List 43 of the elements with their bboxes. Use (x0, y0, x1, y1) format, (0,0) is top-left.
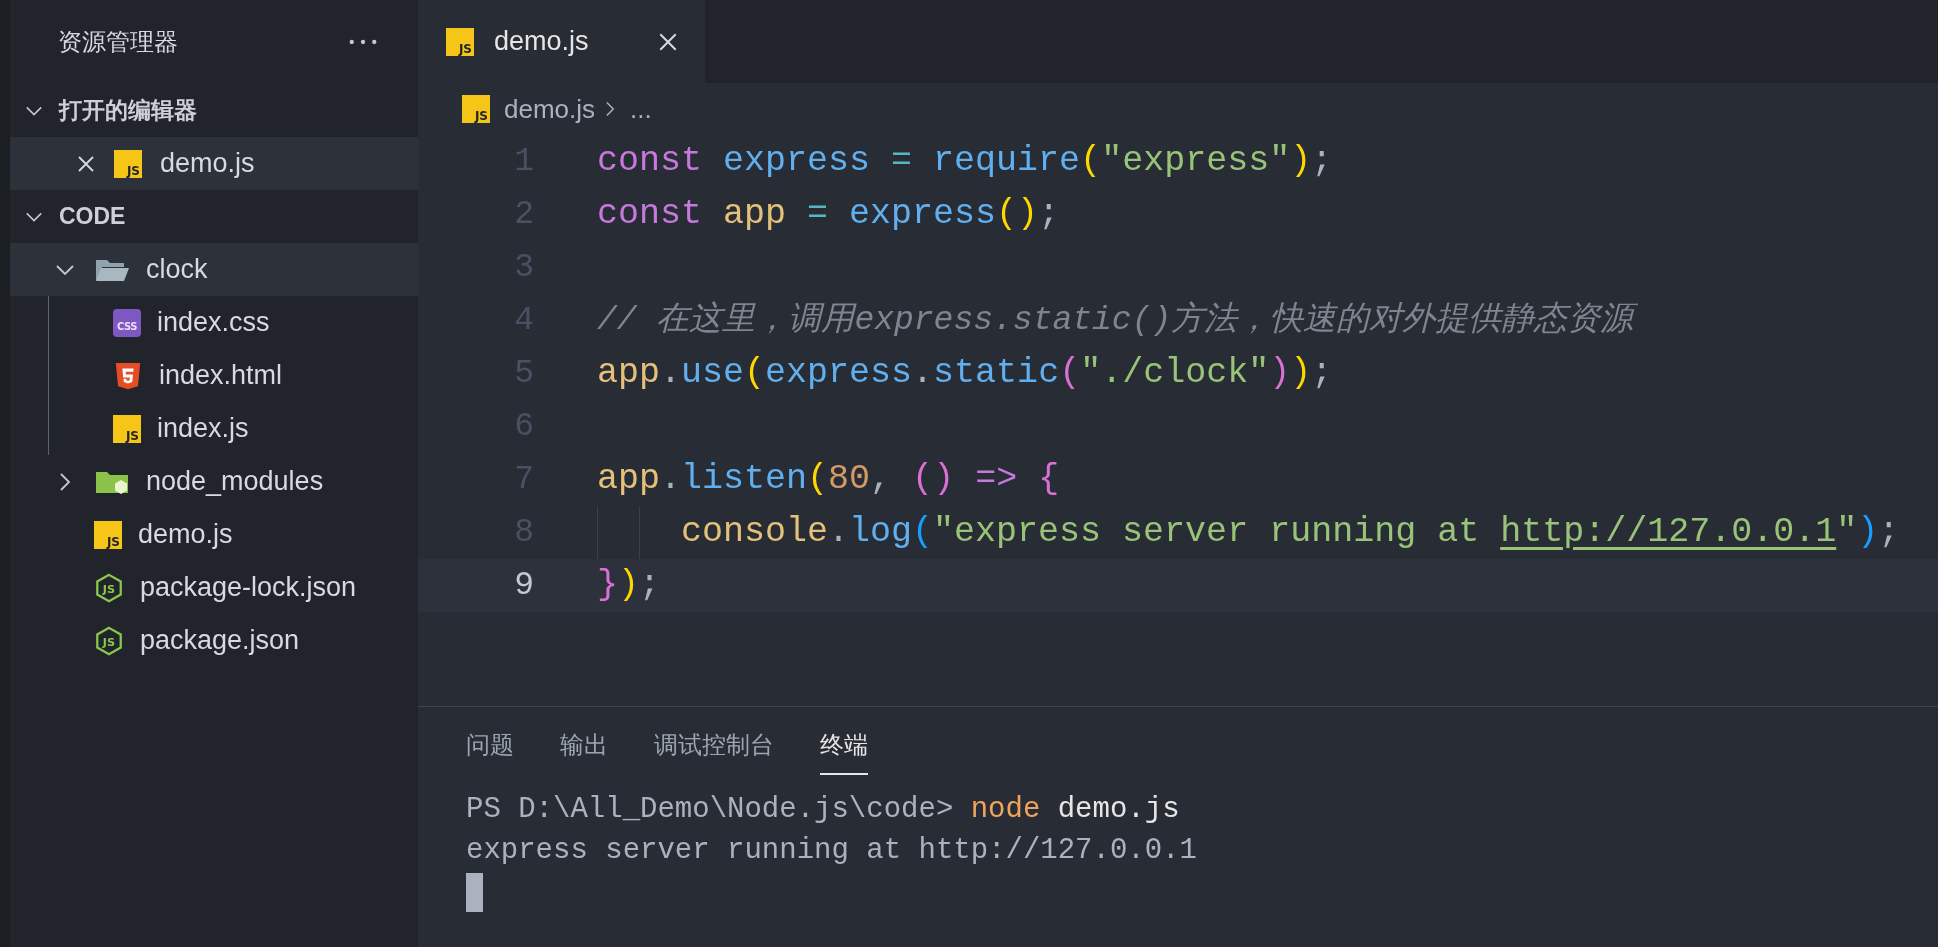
code-line: const app = express(); (597, 193, 1061, 236)
chevron-right-icon (605, 99, 617, 119)
tree-item[interactable]: JS package.json (10, 614, 418, 667)
panel-tab[interactable]: 调试控制台 (654, 729, 774, 775)
tree-item[interactable]: JS package-lock.json (10, 561, 418, 614)
js-file-icon: JS (462, 95, 490, 123)
panel-tab[interactable]: 终端 (820, 729, 868, 775)
code-line: const express = require("express"); (597, 140, 1334, 183)
tree-item[interactable]: CSS index.css (10, 296, 418, 349)
js-file-icon: JS (114, 149, 142, 178)
url-link[interactable]: http://127.0.0.1 (1500, 512, 1837, 552)
editor-tab[interactable]: JS demo.js (418, 0, 705, 83)
breadcrumb-item[interactable]: demo.js (504, 93, 596, 125)
breadcrumb-item[interactable]: ... (630, 93, 652, 125)
js-file-icon: JS (446, 27, 474, 56)
tree-item[interactable]: node_modules (10, 455, 418, 508)
tree-item[interactable]: index.html (10, 349, 418, 402)
code-line: app.use(express.static("./clock")); (597, 352, 1334, 395)
tree-item[interactable]: clock (10, 243, 418, 296)
code-line: console.log("express server running at http://127.0.0.1"); (681, 511, 1901, 554)
close-icon[interactable] (76, 153, 96, 174)
sidebar-title: 资源管理器 (58, 27, 178, 57)
section-title[interactable]: 打开的编辑器 (59, 95, 197, 126)
panel-tab[interactable]: 问题 (466, 729, 514, 775)
hexagon-icon: JS (94, 572, 124, 603)
terminal-line: PS D:\All_Demo\Node.js\code> node demo.js (466, 792, 1181, 828)
js-file-icon: JS (113, 414, 141, 443)
shield-icon (113, 360, 143, 391)
css-file-icon: CSS (113, 308, 141, 337)
panel-tab[interactable]: 输出 (560, 729, 608, 775)
line-number: 9 (513, 567, 534, 604)
code-line: // 在这里，调用express.static()方法，快速的对外提供静态资源 (597, 294, 1648, 347)
section-title[interactable]: CODE (59, 203, 126, 230)
tree-item[interactable]: JS demo.js (10, 508, 418, 561)
terminal-cursor (466, 873, 483, 912)
tree-item[interactable]: JS index.js (10, 402, 418, 455)
terminal-line: express server running at http://127.0.0.1 (466, 833, 1198, 869)
open-editor-item[interactable]: JS demo.js (10, 137, 418, 190)
code-line: }); (597, 564, 662, 607)
hexagon-icon: JS (94, 625, 124, 656)
js-file-icon: JS (94, 520, 122, 549)
more-icon[interactable] (348, 38, 378, 46)
code-line: app.listen(80, () => { (597, 458, 1061, 501)
